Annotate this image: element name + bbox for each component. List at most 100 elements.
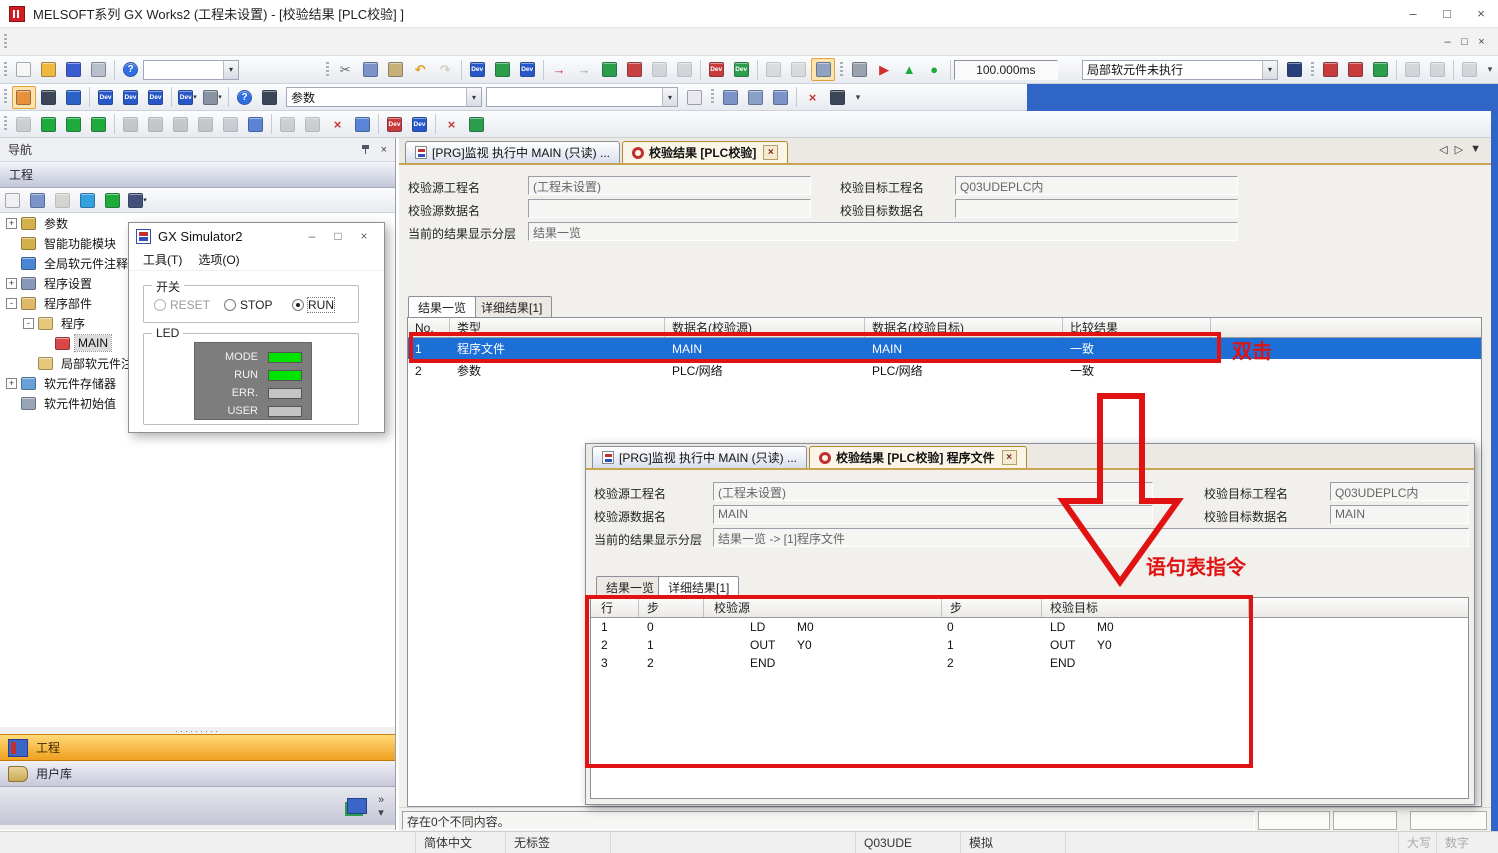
tab-list-icon[interactable]: ▼	[1470, 143, 1481, 156]
find-target-combo[interactable]: 参数 ▾	[286, 87, 482, 107]
menu-online[interactable]	[101, 38, 119, 46]
register-watch-icon[interactable]	[826, 86, 850, 109]
print-icon[interactable]	[87, 58, 111, 81]
combo-dropdown-icon[interactable]: ▾	[662, 88, 677, 106]
device-memory-icon[interactable]: Dev	[119, 86, 143, 109]
nav-overflow-icon[interactable]: »▾	[373, 794, 389, 819]
find-value-combo[interactable]: ▾	[486, 87, 678, 107]
simulator-maximize-button[interactable]: □	[325, 227, 351, 245]
mdi-restore-button[interactable]: □	[1456, 34, 1473, 50]
pc-monitor-icon[interactable]	[811, 58, 835, 81]
menu-window[interactable]	[173, 38, 191, 46]
combo-dropdown-icon[interactable]: ▾	[466, 88, 481, 106]
skip-list-icon[interactable]	[1426, 58, 1450, 81]
break-list-icon[interactable]	[1401, 58, 1425, 81]
toolbar-grip-handle[interactable]	[4, 116, 7, 132]
device-test-icon[interactable]: Dev	[515, 58, 539, 81]
open-project-icon[interactable]	[37, 58, 61, 81]
simulation-start-icon[interactable]: ▶	[872, 58, 896, 81]
tab-scroll-left-icon[interactable]: ◁	[1439, 143, 1447, 156]
tree-expand-icon[interactable]: +	[6, 278, 17, 289]
work-window-icon[interactable]	[62, 86, 86, 109]
dev-x-icon[interactable]: Dev	[383, 113, 407, 136]
simulator-minimize-button[interactable]: –	[299, 227, 325, 245]
toolbar-grip-handle[interactable]	[1311, 62, 1314, 78]
dev-table-icon[interactable]: Dev	[408, 113, 432, 136]
break-execution-icon[interactable]	[1344, 58, 1368, 81]
help-circle-icon[interactable]: ?	[233, 86, 257, 109]
nav-paste-icon[interactable]	[51, 189, 75, 212]
device-display-icon[interactable]: Dev	[176, 86, 200, 109]
tab-scroll-right-icon[interactable]: ▷	[1455, 143, 1463, 156]
toolbar-grip-handle[interactable]	[4, 62, 7, 78]
tree-expand-icon[interactable]: -	[6, 298, 17, 309]
quick-access-combo[interactable]: ▾	[143, 60, 239, 80]
window-minimize-button[interactable]: –	[1396, 2, 1430, 26]
window-list-icon[interactable]	[744, 86, 768, 109]
window-cascade-icon[interactable]	[761, 58, 785, 81]
device-comment-icon[interactable]: Dev	[94, 86, 118, 109]
nav-user-library-button[interactable]: 用户库	[0, 761, 395, 787]
navigation-close-icon[interactable]: ×	[381, 144, 387, 156]
bookmark-toggle-icon[interactable]	[769, 86, 793, 109]
inner-tab-verify-program-file[interactable]: 校验结果 [PLC校验] 程序文件 ×	[809, 446, 1027, 468]
device-table-icon[interactable]	[351, 113, 375, 136]
tab-detail-result[interactable]: 详细结果[1]	[471, 296, 552, 317]
device-skip-icon[interactable]	[276, 113, 300, 136]
connection-destination-icon[interactable]	[347, 798, 367, 814]
project-view-icon[interactable]	[12, 86, 36, 109]
menu-grip-handle[interactable]	[4, 34, 7, 50]
menu-edit[interactable]	[29, 38, 47, 46]
cross-reference-icon[interactable]	[258, 86, 282, 109]
ladder-block-icon[interactable]	[144, 113, 168, 136]
menu-project[interactable]	[11, 38, 29, 46]
nav-refresh-icon[interactable]	[101, 189, 125, 212]
find-in-page-icon[interactable]	[683, 86, 707, 109]
device-monitor-start-icon[interactable]: Dev	[729, 58, 753, 81]
ladder-run-icon[interactable]	[62, 113, 86, 136]
toolbar-grip-handle[interactable]	[4, 89, 7, 105]
tab-result-list[interactable]: 结果一览	[408, 296, 476, 317]
menu-diagnostics[interactable]	[137, 38, 155, 46]
nav-sort-icon[interactable]	[126, 189, 150, 212]
nav-new-data-icon[interactable]	[1, 189, 25, 212]
device-batch-monitor-icon[interactable]: Dev	[465, 58, 489, 81]
write-to-plc-icon[interactable]: →	[547, 58, 571, 81]
find-device-icon[interactable]	[201, 86, 225, 109]
read-from-plc-icon[interactable]: →	[572, 58, 596, 81]
cut-icon[interactable]: ✂	[333, 58, 357, 81]
ladder-insert-icon[interactable]	[119, 113, 143, 136]
device-execution-combo[interactable]: 局部软元件未执行 ▾	[1082, 60, 1278, 80]
ladder-step-run-icon[interactable]	[87, 113, 111, 136]
device-reference-icon[interactable]: Dev	[144, 86, 168, 109]
inner-tab-detail-result[interactable]: 详细结果[1]	[658, 576, 739, 597]
simulator-close-button[interactable]: ×	[351, 227, 377, 245]
ladder-step-green-icon[interactable]	[37, 113, 61, 136]
run-x-icon[interactable]: ×	[440, 113, 464, 136]
watch-start-icon[interactable]	[647, 58, 671, 81]
menu-debug[interactable]	[119, 38, 137, 46]
device-skip2-icon[interactable]	[301, 113, 325, 136]
redo-icon[interactable]: ↷	[433, 58, 457, 81]
inner-tab-prg-monitor[interactable]: [PRG]监视 执行中 MAIN (只读) ...	[592, 446, 807, 468]
tree-expand-icon[interactable]: -	[23, 318, 34, 329]
tree-expand-icon[interactable]: +	[6, 218, 17, 229]
nav-copy-icon[interactable]	[26, 189, 50, 212]
skip-execution-icon[interactable]	[1369, 58, 1393, 81]
monitor-window-icon[interactable]	[490, 58, 514, 81]
save-project-icon[interactable]	[62, 58, 86, 81]
tab-close-button[interactable]: ×	[763, 145, 778, 160]
tab-verify-result[interactable]: 校验结果 [PLC校验] ×	[622, 141, 788, 163]
combo-dropdown-icon[interactable]: ▾	[223, 61, 238, 79]
toolbar-grip-handle[interactable]	[326, 62, 329, 78]
run-table-icon[interactable]	[465, 113, 489, 136]
radio-reset[interactable]: RESET	[154, 298, 210, 312]
tab-close-button[interactable]: ×	[1002, 450, 1017, 465]
paste-icon[interactable]	[383, 58, 407, 81]
loop-execution-icon[interactable]	[1458, 58, 1482, 81]
ladder-step-icon[interactable]	[12, 113, 36, 136]
help-icon[interactable]: ?	[119, 58, 143, 81]
panel-splitter-handle[interactable]: ·········	[0, 727, 395, 734]
watch-stop-icon[interactable]	[672, 58, 696, 81]
device-write-icon[interactable]	[1283, 58, 1307, 81]
